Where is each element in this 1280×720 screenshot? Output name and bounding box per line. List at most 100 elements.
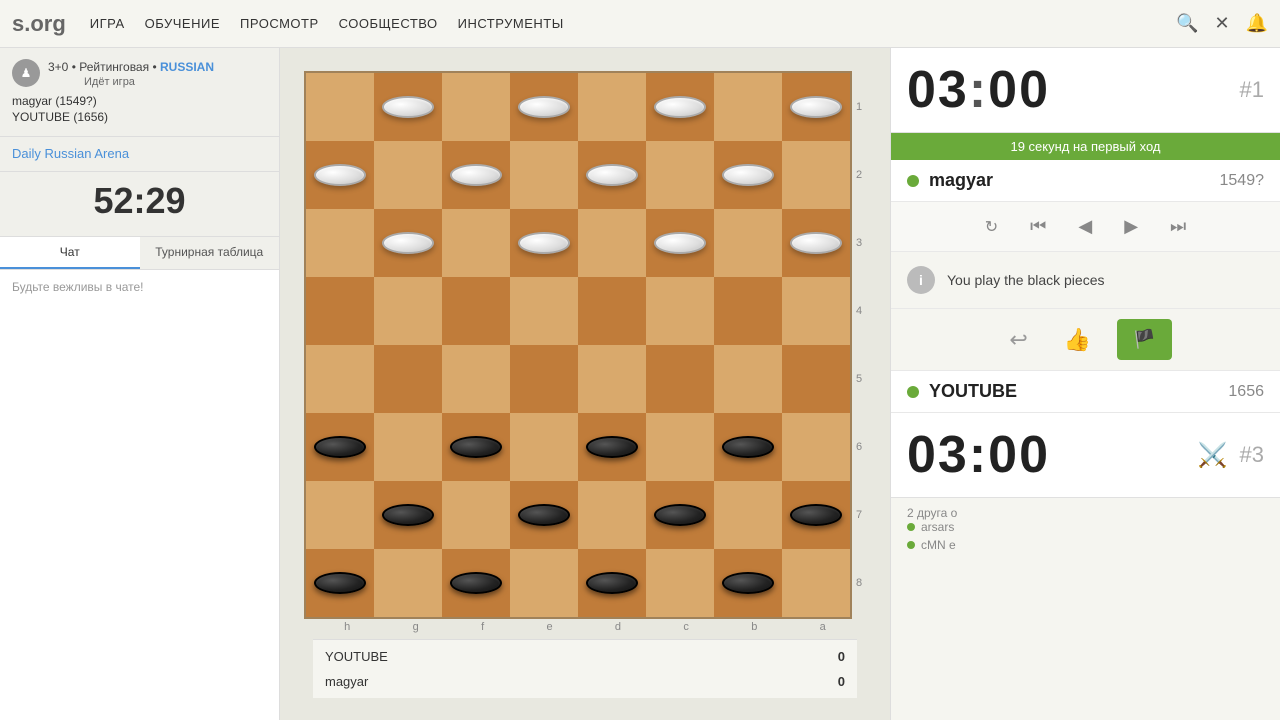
cell-2-5[interactable] — [578, 141, 646, 209]
white-piece[interactable] — [518, 232, 570, 254]
tournament-link[interactable]: Daily Russian Arena — [12, 146, 129, 161]
cell-5-7[interactable] — [714, 345, 782, 413]
white-piece[interactable] — [586, 164, 638, 186]
cell-2-4[interactable] — [510, 141, 578, 209]
cell-8-8[interactable] — [782, 549, 850, 617]
white-piece[interactable] — [654, 232, 706, 254]
undo-button[interactable]: ↩ — [999, 321, 1037, 359]
cell-7-7[interactable] — [714, 481, 782, 549]
black-piece[interactable] — [586, 436, 638, 458]
cell-8-5[interactable] — [578, 549, 646, 617]
cell-1-3[interactable] — [442, 73, 510, 141]
cell-2-3[interactable] — [442, 141, 510, 209]
next-move-button[interactable]: ▶ — [1116, 212, 1146, 241]
white-piece[interactable] — [518, 96, 570, 118]
logo[interactable]: s.org — [12, 11, 66, 37]
prev-move-button[interactable]: ◀ — [1070, 212, 1100, 241]
cell-7-3[interactable] — [442, 481, 510, 549]
cell-2-8[interactable] — [782, 141, 850, 209]
cell-5-3[interactable] — [442, 345, 510, 413]
white-piece[interactable] — [654, 96, 706, 118]
white-piece[interactable] — [790, 96, 842, 118]
cell-2-6[interactable] — [646, 141, 714, 209]
black-piece[interactable] — [722, 436, 774, 458]
cell-8-4[interactable] — [510, 549, 578, 617]
cell-5-6[interactable] — [646, 345, 714, 413]
cell-3-3[interactable] — [442, 209, 510, 277]
black-piece[interactable] — [518, 504, 570, 526]
cell-4-5[interactable] — [578, 277, 646, 345]
white-piece[interactable] — [722, 164, 774, 186]
black-piece[interactable] — [722, 572, 774, 594]
cell-2-1[interactable] — [306, 141, 374, 209]
cell-6-3[interactable] — [442, 413, 510, 481]
nav-item-play[interactable]: ИГРА — [90, 16, 125, 31]
cell-6-8[interactable] — [782, 413, 850, 481]
cell-5-4[interactable] — [510, 345, 578, 413]
cell-8-7[interactable] — [714, 549, 782, 617]
black-piece[interactable] — [314, 436, 366, 458]
cell-7-8[interactable] — [782, 481, 850, 549]
cell-5-5[interactable] — [578, 345, 646, 413]
cell-3-7[interactable] — [714, 209, 782, 277]
black-piece[interactable] — [450, 572, 502, 594]
cell-4-6[interactable] — [646, 277, 714, 345]
cell-8-6[interactable] — [646, 549, 714, 617]
cell-4-4[interactable] — [510, 277, 578, 345]
black-piece[interactable] — [586, 572, 638, 594]
nav-item-tools[interactable]: ИНСТРУМЕНТЫ — [458, 16, 564, 31]
notification-icon[interactable]: 🔔 — [1246, 13, 1268, 34]
cell-3-2[interactable] — [374, 209, 442, 277]
thumbsup-button[interactable]: 👍 — [1054, 321, 1101, 359]
black-piece[interactable] — [790, 504, 842, 526]
cell-5-2[interactable] — [374, 345, 442, 413]
refresh-button[interactable]: ↻ — [977, 213, 1006, 241]
checkers-board[interactable] — [304, 71, 852, 619]
cell-3-4[interactable] — [510, 209, 578, 277]
close-icon[interactable]: ✕ — [1214, 13, 1229, 34]
cell-1-7[interactable] — [714, 73, 782, 141]
cell-1-2[interactable] — [374, 73, 442, 141]
cell-4-1[interactable] — [306, 277, 374, 345]
black-piece[interactable] — [314, 572, 366, 594]
cell-8-3[interactable] — [442, 549, 510, 617]
cell-1-8[interactable] — [782, 73, 850, 141]
white-piece[interactable] — [450, 164, 502, 186]
first-move-button[interactable]: ⏮ — [1022, 212, 1054, 241]
white-piece[interactable] — [382, 232, 434, 254]
chat-area[interactable]: Будьте вежливы в чате! — [0, 270, 279, 720]
cell-6-2[interactable] — [374, 413, 442, 481]
resign-button[interactable]: 🏴 — [1117, 319, 1171, 360]
cell-4-3[interactable] — [442, 277, 510, 345]
cell-1-4[interactable] — [510, 73, 578, 141]
cell-3-8[interactable] — [782, 209, 850, 277]
cell-4-8[interactable] — [782, 277, 850, 345]
cell-3-6[interactable] — [646, 209, 714, 277]
nav-item-watch[interactable]: ПРОСМОТР — [240, 16, 319, 31]
cell-8-1[interactable] — [306, 549, 374, 617]
black-piece[interactable] — [654, 504, 706, 526]
cell-1-6[interactable] — [646, 73, 714, 141]
cell-1-5[interactable] — [578, 73, 646, 141]
cell-6-5[interactable] — [578, 413, 646, 481]
tab-chat[interactable]: Чат — [0, 237, 140, 269]
cell-6-1[interactable] — [306, 413, 374, 481]
cell-7-1[interactable] — [306, 481, 374, 549]
white-piece[interactable] — [314, 164, 366, 186]
cell-6-4[interactable] — [510, 413, 578, 481]
nav-item-learn[interactable]: ОБУЧЕНИЕ — [145, 16, 220, 31]
cell-4-7[interactable] — [714, 277, 782, 345]
white-piece[interactable] — [382, 96, 434, 118]
cell-7-5[interactable] — [578, 481, 646, 549]
last-move-button[interactable]: ⏭ — [1162, 212, 1194, 241]
cell-5-1[interactable] — [306, 345, 374, 413]
cell-3-1[interactable] — [306, 209, 374, 277]
cell-1-1[interactable] — [306, 73, 374, 141]
cell-5-8[interactable] — [782, 345, 850, 413]
black-piece[interactable] — [450, 436, 502, 458]
cell-7-6[interactable] — [646, 481, 714, 549]
black-piece[interactable] — [382, 504, 434, 526]
cell-6-6[interactable] — [646, 413, 714, 481]
white-piece[interactable] — [790, 232, 842, 254]
cell-2-2[interactable] — [374, 141, 442, 209]
